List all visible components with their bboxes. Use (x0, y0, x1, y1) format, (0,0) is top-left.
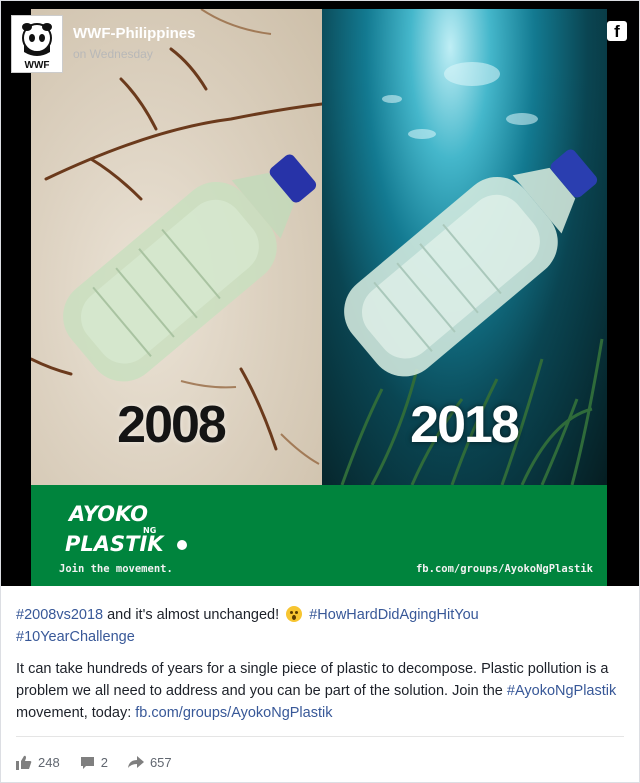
wwf-logo-text: WWF (25, 60, 50, 71)
year-2008-label: 2008 (117, 396, 227, 454)
post-caption: #2008vs2018 and it's almost unchanged! #… (16, 604, 624, 734)
caption-paragraph-2: It can take hundreds of years for a sing… (16, 658, 624, 724)
like-icon (16, 755, 32, 770)
hashtag-10yearchallenge[interactable]: #10YearChallenge (16, 629, 135, 645)
caption-paragraph-1: #2008vs2018 and it's almost unchanged! #… (16, 604, 624, 648)
engagement-stats: 248 2 657 (16, 753, 192, 771)
caption-text-3: movement, today: (16, 705, 136, 721)
year-2018-label: 2018 (410, 396, 520, 454)
banner-url-text: fb.com/groups/AyokoNgPlastik (415, 563, 593, 575)
comments-count: 2 (100, 754, 108, 770)
hashtag-howharddidaginghityou[interactable]: #HowHardDidAgingHitYou (309, 607, 479, 623)
campaign-banner: AYOKO NG PLASTIK Join the movement. fb.c… (31, 485, 607, 586)
logo-drop-icon (177, 540, 187, 550)
comments-stat[interactable]: 2 (80, 755, 108, 770)
surprised-emoji-icon (286, 606, 303, 622)
shares-stat[interactable]: 657 (127, 754, 172, 770)
banner-join-text: Join the movement. (59, 563, 173, 575)
facebook-icon[interactable]: f (607, 21, 627, 41)
footer-divider (16, 736, 624, 737)
facebook-post: 2008 2018 AYOKO NG PLASTIK Join the move… (0, 0, 640, 783)
logo-line1: AYOKO (67, 502, 148, 526)
page-name-link[interactable]: WWF-Philippines (73, 25, 195, 42)
likes-count: 248 (38, 754, 60, 770)
wwf-panda-logo[interactable]: WWF (11, 15, 63, 73)
hashtag-ayokongplastik[interactable]: #AyokoNgPlastik (507, 683, 616, 699)
shares-count: 657 (149, 754, 172, 770)
hashtag-2008vs2018[interactable]: #2008vs2018 (16, 607, 103, 623)
comment-icon (80, 756, 94, 769)
group-link[interactable]: fb.com/groups/AyokoNgPlastik (135, 705, 332, 721)
ayoko-ng-plastik-logo: AYOKO NG PLASTIK (65, 497, 195, 562)
post-image[interactable]: 2008 2018 AYOKO NG PLASTIK Join the move… (1, 1, 639, 586)
caption-text-1: and it's almost unchanged! (103, 607, 284, 623)
likes-stat[interactable]: 248 (16, 755, 60, 770)
logo-line2: PLASTIK (65, 532, 165, 556)
share-icon (127, 756, 144, 768)
post-timestamp[interactable]: on Wednesday (73, 47, 153, 61)
